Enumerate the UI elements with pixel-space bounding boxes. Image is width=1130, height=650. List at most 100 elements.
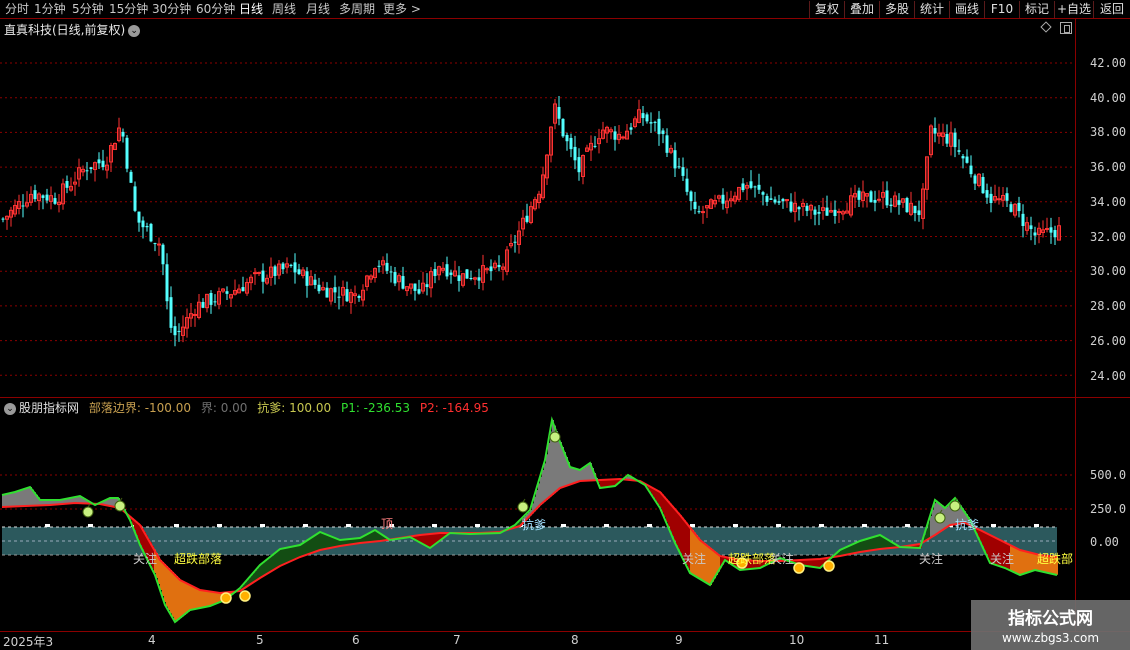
indicator-fill bbox=[546, 454, 548, 500]
indicator-fill bbox=[292, 546, 294, 561]
indicator-fill bbox=[874, 536, 876, 550]
indicator-fill bbox=[288, 547, 290, 563]
indicator-fill bbox=[710, 548, 712, 585]
date-axis-line bbox=[0, 631, 1130, 632]
indicator-tick: 250.0 bbox=[1090, 502, 1127, 516]
indicator-fill bbox=[676, 510, 678, 545]
indicator-fill bbox=[712, 549, 714, 582]
candle-body bbox=[449, 272, 453, 275]
candle-body bbox=[297, 269, 301, 275]
candle-body bbox=[157, 243, 161, 246]
candle-body bbox=[785, 199, 789, 202]
candle-body bbox=[757, 184, 761, 190]
date-month: 11 bbox=[874, 633, 890, 647]
apple-stem bbox=[119, 497, 123, 502]
candle-body bbox=[65, 180, 69, 188]
indicator-fill bbox=[178, 578, 180, 620]
indicator-fill bbox=[818, 559, 820, 568]
indicator-fill bbox=[180, 580, 182, 618]
candle-body bbox=[257, 272, 261, 275]
indicator-fill bbox=[588, 464, 590, 481]
indicator-fill bbox=[322, 532, 324, 550]
indicator-fill bbox=[286, 547, 288, 564]
apple-icon bbox=[114, 500, 126, 512]
candle-body bbox=[241, 287, 245, 292]
indicator-fill bbox=[708, 546, 710, 584]
indicator-name[interactable]: 股朋指标网 bbox=[19, 401, 79, 415]
candle-body bbox=[101, 160, 105, 168]
indicator-fill bbox=[868, 538, 870, 551]
indicator-fill bbox=[426, 534, 428, 546]
candle-body bbox=[337, 296, 341, 298]
indicator-fill bbox=[680, 515, 682, 553]
indicator-fill bbox=[18, 491, 20, 507]
indicator-tick: 500.0 bbox=[1090, 468, 1127, 482]
indicator-fill bbox=[26, 488, 28, 506]
candle-body bbox=[497, 264, 501, 268]
indicator-fill bbox=[812, 559, 814, 567]
candle-body bbox=[1005, 193, 1009, 201]
candle-body bbox=[1017, 202, 1021, 212]
indicator-fill bbox=[14, 492, 16, 507]
marker bbox=[88, 524, 93, 527]
indicator-fill bbox=[866, 539, 868, 552]
candle-body bbox=[677, 166, 681, 168]
candle-body bbox=[945, 133, 949, 144]
indicator-fill bbox=[1024, 551, 1026, 574]
candle-body bbox=[261, 270, 265, 282]
candle-body bbox=[1, 218, 5, 220]
candle-body bbox=[313, 279, 317, 285]
legend-p1: P1: -236.53 bbox=[340, 401, 410, 415]
indicator-fill bbox=[268, 558, 270, 574]
candle-body bbox=[477, 277, 481, 281]
watermark: 指标公式网 www.zbgs3.com bbox=[971, 600, 1130, 650]
indicator-fill bbox=[814, 559, 816, 568]
indicator-fill bbox=[108, 498, 110, 506]
candle-body bbox=[649, 122, 653, 124]
candle-body bbox=[969, 165, 973, 175]
candle-body bbox=[305, 271, 309, 286]
candle-body bbox=[465, 269, 469, 279]
apple-icon bbox=[549, 431, 561, 443]
indicator-fill bbox=[186, 583, 188, 614]
indicator-fill bbox=[208, 591, 210, 607]
indicator-fill bbox=[316, 534, 318, 552]
candle-body bbox=[777, 201, 781, 203]
indicator-fill bbox=[584, 467, 586, 481]
candle-body bbox=[445, 264, 449, 277]
indicator-fill bbox=[552, 420, 554, 495]
back-button[interactable]: 返回 bbox=[1093, 1, 1130, 18]
indicator-fill bbox=[182, 581, 184, 617]
indicator-fill bbox=[862, 540, 864, 552]
candle-body bbox=[681, 167, 685, 176]
price-tick: 30.00 bbox=[1090, 264, 1127, 278]
candle-body bbox=[85, 170, 89, 172]
indicator-fill bbox=[574, 468, 576, 484]
indicator-fill bbox=[586, 465, 588, 481]
indicator-fill bbox=[540, 476, 542, 505]
chevron-down-icon[interactable]: ⌄ bbox=[4, 402, 16, 415]
indicator-fill bbox=[986, 533, 988, 555]
candle-body bbox=[149, 223, 153, 242]
candle-body bbox=[1033, 232, 1037, 236]
candle-body bbox=[169, 297, 173, 328]
indicator-fill bbox=[2, 495, 4, 507]
indicator-fill bbox=[160, 560, 162, 590]
price-tick: 28.00 bbox=[1090, 299, 1127, 313]
candle-body bbox=[433, 269, 437, 276]
annotation-resist: 抗爹 bbox=[522, 518, 547, 532]
price-tick: 26.00 bbox=[1090, 334, 1127, 348]
indicator-fill bbox=[858, 541, 860, 553]
indicator-fill bbox=[210, 591, 212, 606]
candle-body bbox=[557, 107, 561, 119]
candle-body bbox=[825, 207, 829, 216]
candle-body bbox=[21, 205, 25, 207]
date-year: 2025年3 bbox=[3, 633, 53, 650]
date-month: 4 bbox=[148, 633, 156, 647]
candle-body bbox=[153, 243, 157, 245]
indicator-fill bbox=[24, 489, 26, 507]
indicator-fill bbox=[184, 582, 186, 615]
candle-body bbox=[125, 137, 129, 169]
indicator-fill bbox=[1034, 553, 1036, 571]
chart-canvas[interactable] bbox=[0, 0, 1075, 632]
